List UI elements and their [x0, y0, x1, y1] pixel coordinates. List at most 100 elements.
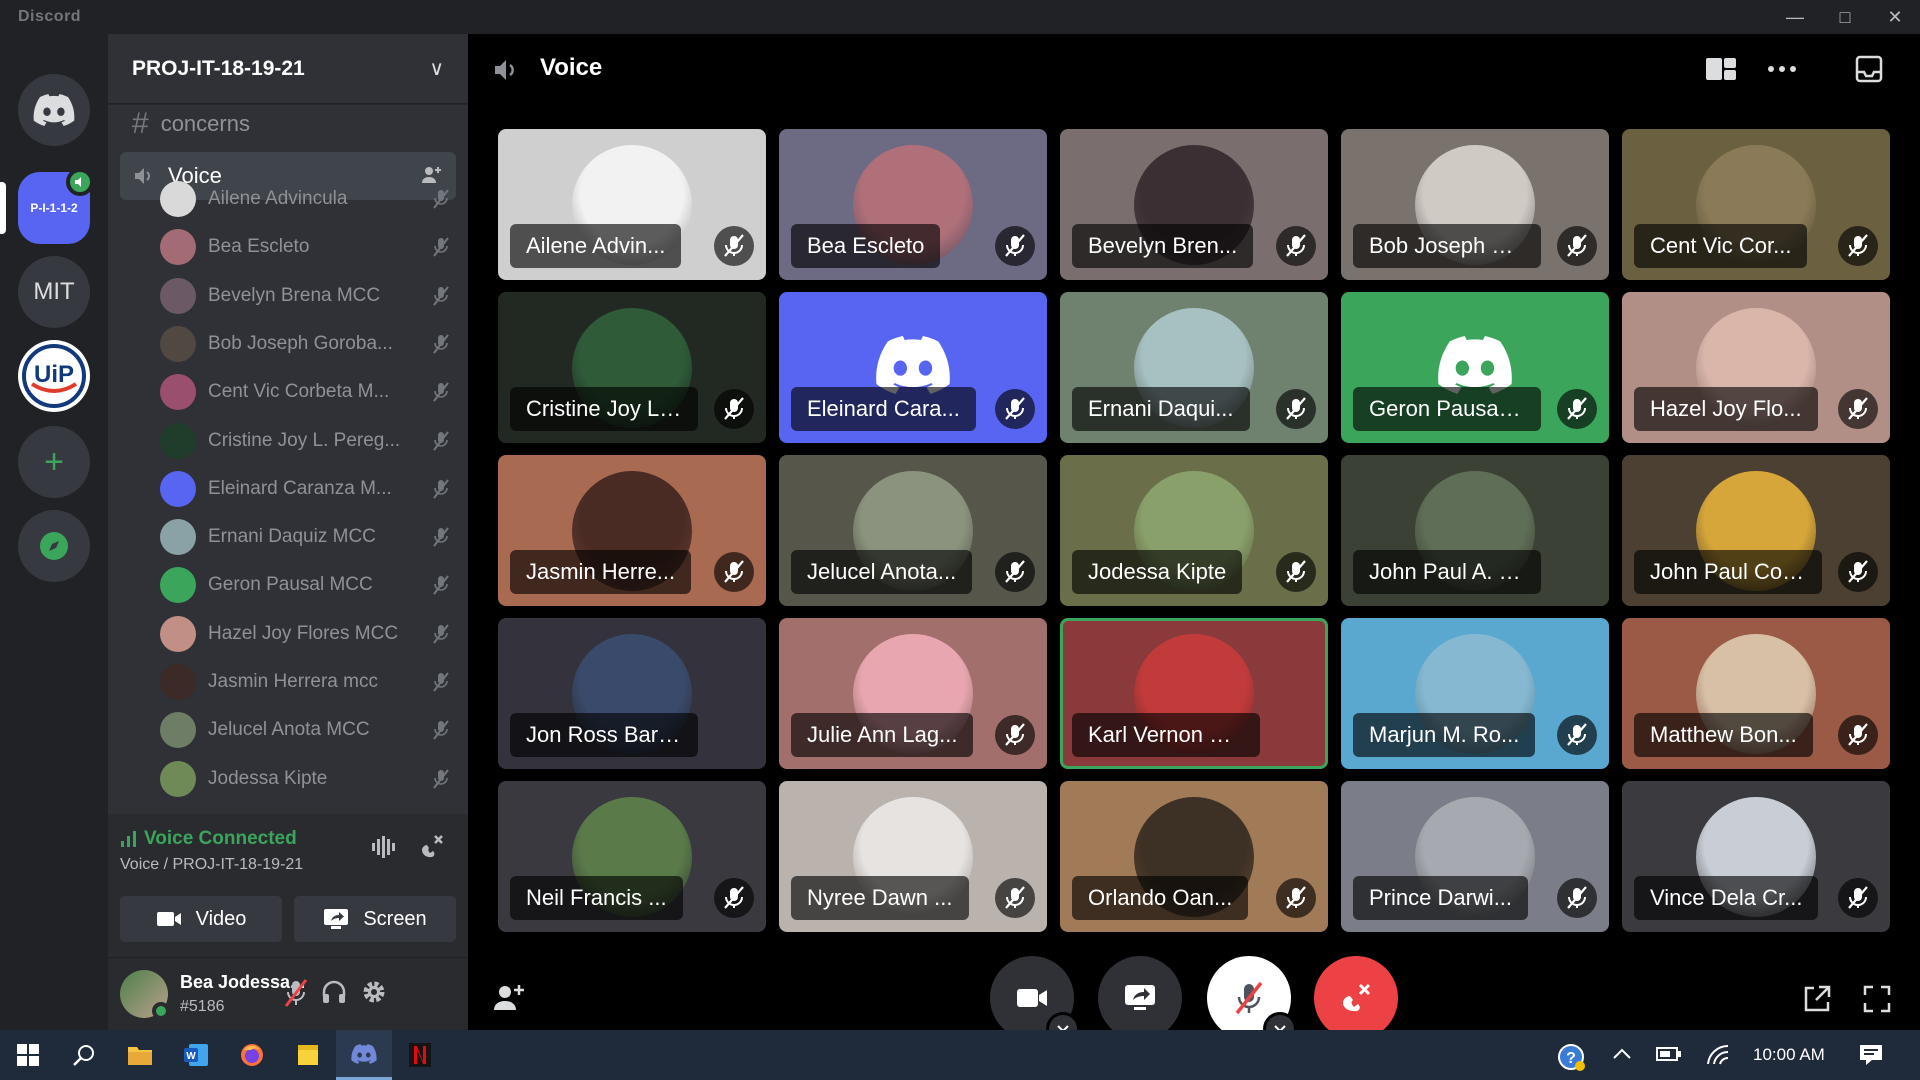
add-person-icon[interactable] — [492, 982, 526, 1014]
server-icon-mit[interactable]: MIT — [18, 256, 90, 328]
mic-muted-icon[interactable] — [282, 978, 310, 1008]
participant-tile[interactable]: Bob Joseph G... — [1341, 129, 1609, 280]
voice-location[interactable]: Voice / PROJ-IT-18-19-21 — [120, 856, 303, 874]
participant-tile[interactable]: Orlando Oan... — [1060, 781, 1328, 932]
disconnect-icon[interactable] — [418, 832, 446, 860]
participant-tile[interactable]: Cent Vic Cor... — [1622, 129, 1890, 280]
home-button[interactable] — [18, 74, 90, 146]
voice-member[interactable]: Ailene Advincula — [160, 179, 450, 219]
participant-tile[interactable]: Bevelyn Bren... — [1060, 129, 1328, 280]
video-button[interactable]: Video — [120, 896, 282, 942]
participant-name: Karl Vernon Balto... — [1072, 713, 1260, 757]
mic-muted-icon — [1557, 389, 1597, 429]
chevron-up-icon[interactable] — [1612, 1046, 1632, 1062]
voice-member[interactable]: Jodessa Kipte — [160, 759, 450, 799]
voice-member[interactable]: Eleinard Caranza M... — [160, 469, 450, 509]
participant-tile[interactable]: Jon Ross Barretto — [498, 618, 766, 769]
participant-name: Prince Darwi... — [1353, 876, 1529, 920]
participant-name: Geron Pausal ... — [1353, 387, 1541, 431]
mute-button[interactable] — [1207, 956, 1297, 1046]
voice-member[interactable]: Jasmin Herrera mcc — [160, 662, 450, 702]
participant-tile[interactable]: Geron Pausal ... — [1341, 292, 1609, 443]
voice-member[interactable]: Jelucel Anota MCC — [160, 710, 450, 750]
inbox-icon[interactable] — [1854, 54, 1884, 84]
voice-status[interactable]: Voice Connected — [120, 828, 297, 850]
voice-member[interactable]: Cristine Joy L. Pereg... — [160, 421, 450, 461]
leave-call-button[interactable] — [1314, 956, 1398, 1040]
participant-tile[interactable]: Matthew Bon... — [1622, 618, 1890, 769]
wifi-icon[interactable] — [1706, 1044, 1730, 1066]
participant-name: John Paul Cor... — [1634, 550, 1822, 594]
voice-member[interactable]: Bevelyn Brena MCC — [160, 276, 450, 316]
voice-member[interactable]: Hazel Joy Flores MCC — [160, 614, 450, 654]
participant-name: Ernani Daqui... — [1072, 387, 1250, 431]
participant-tile[interactable]: Prince Darwi... — [1341, 781, 1609, 932]
help-icon[interactable]: ? — [1556, 1042, 1586, 1072]
search-button[interactable] — [56, 1030, 112, 1080]
word-button[interactable]: W — [168, 1030, 224, 1080]
channel-concerns[interactable]: # concerns — [120, 104, 456, 144]
more-options-icon[interactable] — [1766, 54, 1798, 84]
voice-member[interactable]: Cent Vic Corbeta M... — [160, 372, 450, 412]
file-explorer-button[interactable] — [112, 1030, 168, 1080]
fullscreen-icon[interactable] — [1862, 984, 1892, 1014]
popout-icon[interactable] — [1802, 984, 1832, 1014]
mic-muted-icon — [433, 479, 449, 499]
camera-button[interactable] — [990, 956, 1080, 1046]
participant-tile[interactable]: Nyree Dawn ... — [779, 781, 1047, 932]
server-icon-uip[interactable]: UiP — [18, 340, 90, 412]
explore-servers-button[interactable] — [18, 510, 90, 582]
participant-tile[interactable]: Julie Ann Lag... — [779, 618, 1047, 769]
close-icon[interactable]: ✕ — [1870, 0, 1920, 34]
participant-tile[interactable]: John Paul A. Nofu... — [1341, 455, 1609, 606]
participant-tile[interactable]: Jodessa Kipte — [1060, 455, 1328, 606]
participant-tile[interactable]: Ernani Daqui... — [1060, 292, 1328, 443]
mic-muted-icon — [1276, 226, 1316, 266]
add-server-button[interactable]: + — [18, 426, 90, 498]
member-name: Ernani Daquiz MCC — [208, 526, 376, 548]
participant-tile[interactable]: Neil Francis ... — [498, 781, 766, 932]
server-header[interactable]: PROJ-IT-18-19-21 ∨ — [108, 34, 468, 104]
participant-tile[interactable]: John Paul Cor... — [1622, 455, 1890, 606]
participant-tile[interactable]: Marjun M. Ro... — [1341, 618, 1609, 769]
participant-tile[interactable]: Jasmin Herre... — [498, 455, 766, 606]
discord-taskbar-button[interactable] — [336, 1030, 392, 1080]
participant-tile[interactable]: Vince Dela Cr... — [1622, 781, 1890, 932]
sticky-notes-button[interactable] — [280, 1030, 336, 1080]
voice-member[interactable]: Geron Pausal MCC — [160, 565, 450, 605]
participant-tile[interactable]: Cristine Joy L.... — [498, 292, 766, 443]
member-name: Ailene Advincula — [208, 188, 348, 209]
avatar — [160, 422, 196, 459]
clock[interactable]: 10:00 AM — [1753, 1045, 1825, 1065]
voice-member[interactable]: Bob Joseph Goroba... — [160, 324, 450, 364]
screen-share-button[interactable] — [1098, 956, 1182, 1040]
voice-member[interactable]: Ernani Daquiz MCC — [160, 517, 450, 557]
participant-name: Jasmin Herre... — [510, 550, 692, 594]
participant-tile[interactable]: Bea Escleto — [779, 129, 1047, 280]
screen-share-button[interactable]: Screen — [294, 896, 456, 942]
maximize-icon[interactable]: □ — [1820, 0, 1870, 34]
participant-tile[interactable]: Jelucel Anota... — [779, 455, 1047, 606]
mic-muted-icon — [1838, 878, 1878, 918]
start-button[interactable] — [0, 1030, 56, 1080]
grid-layout-icon[interactable] — [1704, 54, 1738, 84]
participant-tile[interactable]: Karl Vernon Balto... — [1060, 618, 1328, 769]
minimize-icon[interactable]: — — [1770, 0, 1820, 34]
mic-muted-icon — [433, 189, 449, 209]
voice-member[interactable]: Bea Escleto — [160, 227, 450, 267]
participant-tile[interactable]: Hazel Joy Flo... — [1622, 292, 1890, 443]
participant-name: Marjun M. Ro... — [1353, 713, 1536, 757]
firefox-button[interactable] — [224, 1030, 280, 1080]
participant-tile[interactable]: Eleinard Cara... — [779, 292, 1047, 443]
gear-icon[interactable] — [360, 978, 388, 1006]
battery-icon[interactable] — [1656, 1046, 1682, 1062]
notifications-icon[interactable] — [1858, 1042, 1884, 1068]
uip-logo-icon: UiP — [22, 344, 86, 408]
headphones-icon[interactable] — [320, 978, 348, 1006]
netflix-button[interactable] — [392, 1030, 448, 1080]
speaker-icon — [75, 177, 81, 187]
window-controls: — □ ✕ — [1770, 0, 1920, 34]
participant-tile[interactable]: Ailene Advin... — [498, 129, 766, 280]
noise-suppression-icon[interactable] — [370, 834, 396, 860]
server-icon-proj[interactable]: P-I-1-1-2 — [18, 168, 94, 244]
